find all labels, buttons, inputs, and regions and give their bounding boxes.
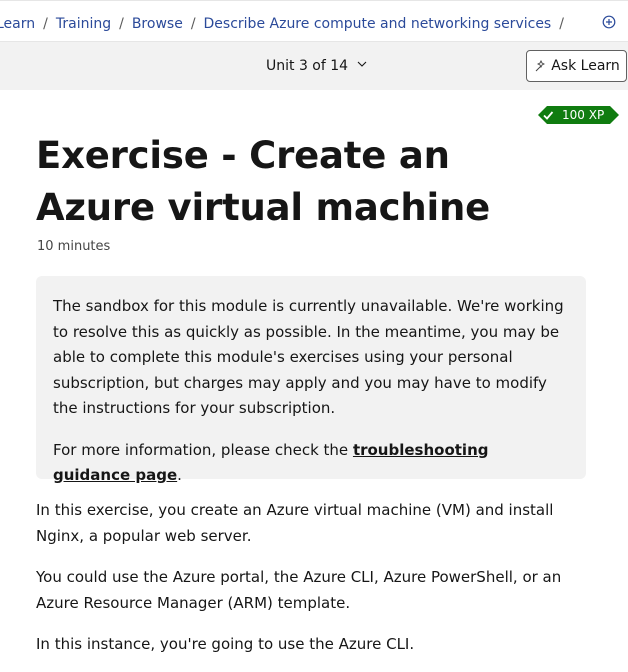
breadcrumb-separator: / (559, 16, 564, 32)
unit-navigation-bar: Unit 3 of 14 Ask Learn (0, 42, 628, 90)
sparkle-icon (535, 60, 546, 72)
duration-label: 10 minutes (37, 239, 111, 254)
breadcrumb-bar: Learn / Training / Browse / Describe Azure com… (0, 0, 628, 42)
breadcrumb-training[interactable]: Training (56, 16, 111, 32)
breadcrumb-separator: / (119, 16, 124, 32)
content-paragraph: You could use the Azure portal, the Azur… (36, 568, 562, 612)
breadcrumb-separator: / (190, 16, 196, 32)
chevron-down-icon (357, 61, 366, 67)
breadcrumb-separator: / (43, 16, 48, 32)
breadcrumb-learn[interactable]: Learn (0, 16, 35, 32)
ask-learn-button[interactable]: Ask Learn (526, 50, 627, 82)
content-paragraph: In this instance, you're going to use th… (36, 635, 415, 653)
unit-selector[interactable]: Unit 3 of 14 (266, 58, 367, 74)
xp-badge-label: 100 XP (562, 108, 605, 122)
page-title-line-1: Exercise - Create an (36, 134, 450, 177)
breadcrumb: Learn / Training / Browse / Describe Azure com… (0, 15, 572, 33)
alert-info-prefix: For more information, please check the (53, 440, 353, 459)
alert-info-suffix: . (177, 466, 182, 484)
add-circle-icon[interactable] (602, 15, 616, 29)
alert-info: For more information, please check the t… (53, 438, 569, 489)
ask-learn-label: Ask Learn (551, 58, 620, 74)
page-title: Exercise - Create an Azure virtual machi… (36, 130, 556, 234)
page-title-line-2: Azure virtual machine (36, 186, 491, 229)
breadcrumb-module[interactable]: Describe Azure compute and networking se… (204, 16, 552, 32)
unit-content: In this exercise, you create an Azure vi… (36, 497, 596, 672)
breadcrumb-browse[interactable]: Browse (132, 16, 183, 32)
unit-selector-label: Unit 3 of 14 (266, 58, 349, 74)
sandbox-unavailable-alert: The sandbox for this module is currently… (36, 276, 586, 484)
xp-badge: 100 XP (538, 106, 619, 124)
alert-message: The sandbox for this module is currently… (53, 297, 564, 417)
content-paragraph: In this exercise, you create an Azure vi… (36, 501, 554, 545)
